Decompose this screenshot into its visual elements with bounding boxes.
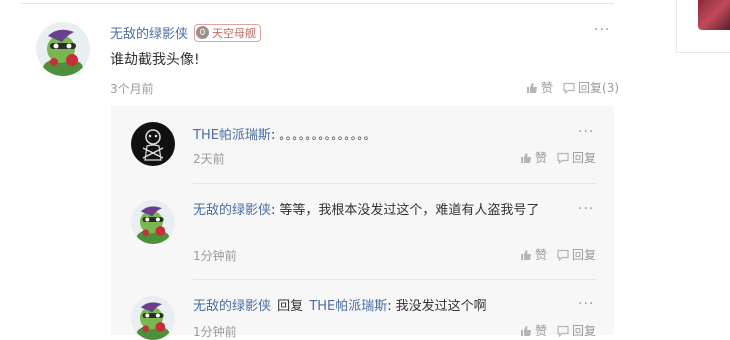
reply-count-label: 回复(3) bbox=[578, 81, 620, 95]
like-button[interactable]: 赞 bbox=[520, 246, 547, 263]
comment-more-button[interactable]: ··· bbox=[594, 22, 610, 38]
reply-more-button[interactable]: ··· bbox=[578, 201, 594, 217]
reply-label: 回复 bbox=[572, 151, 597, 165]
comment-bubble-icon bbox=[563, 82, 575, 94]
reply-word: 回复 bbox=[277, 299, 304, 314]
plant-avatar-icon bbox=[131, 200, 175, 244]
comment-text: 谁劫截我头像! bbox=[110, 52, 200, 68]
reply-actions: 赞 回复 bbox=[520, 246, 596, 263]
reply-to-user[interactable]: THE帕派瑞斯 bbox=[309, 299, 387, 314]
reply-header: THE帕派瑞斯 : 。。。。。。。。。。。。。。 bbox=[193, 124, 376, 143]
reply-author[interactable]: THE帕派瑞斯 bbox=[193, 124, 271, 143]
reply-divider bbox=[193, 183, 596, 184]
reply-button[interactable]: 回复 bbox=[557, 322, 596, 339]
reply-colon: : bbox=[271, 203, 276, 218]
reply-author[interactable]: 无敌的绿影侠 bbox=[193, 299, 271, 314]
badge-level: 0 bbox=[196, 26, 210, 39]
reply-text: 。。。。。。。。。。。。。。 bbox=[279, 129, 376, 142]
like-button[interactable]: 赞 bbox=[526, 79, 553, 96]
thumbs-up-icon bbox=[527, 82, 537, 93]
plant-avatar-icon bbox=[131, 296, 175, 340]
reply-actions: 赞 回复 bbox=[520, 149, 596, 166]
sidebar-thumbnail[interactable] bbox=[698, 0, 730, 30]
comment-author[interactable]: 无敌的绿影侠 bbox=[110, 23, 188, 42]
reply-button[interactable]: 回复 bbox=[557, 246, 596, 263]
like-label: 赞 bbox=[541, 81, 554, 95]
like-label: 赞 bbox=[535, 324, 548, 338]
badge-label: 天空母舰 bbox=[212, 26, 257, 40]
reply-more-button[interactable]: ··· bbox=[578, 296, 594, 312]
reply-button[interactable]: 回复(3) bbox=[563, 79, 619, 96]
like-button[interactable]: 赞 bbox=[520, 322, 547, 339]
comment-time: 3个月前 bbox=[110, 82, 154, 96]
reply-actions: 赞 回复 bbox=[520, 322, 596, 339]
level-badge: 0 天空母舰 bbox=[194, 23, 262, 42]
reply-colon: : bbox=[387, 299, 392, 314]
reply-avatar[interactable] bbox=[131, 296, 175, 340]
like-label: 赞 bbox=[535, 151, 548, 165]
reply-label: 回复 bbox=[572, 248, 597, 262]
top-divider bbox=[20, 3, 614, 4]
reply-colon: : bbox=[270, 128, 276, 143]
reply-text: 等等，我根本没发过这个，难道有人盗我号了 bbox=[279, 203, 540, 218]
thumbs-up-icon bbox=[521, 152, 531, 163]
comment-bubble-icon bbox=[557, 249, 569, 261]
reply-label: 回复 bbox=[572, 324, 597, 338]
reply-time: 2天前 bbox=[193, 152, 225, 166]
reply-divider bbox=[193, 279, 596, 280]
reply-body: 无敌的绿影侠 回复 THE帕派瑞斯: 我没发过这个啊 bbox=[193, 298, 487, 315]
reply-time: 1分钟前 bbox=[193, 249, 237, 263]
reply-more-button[interactable]: ··· bbox=[578, 124, 594, 140]
reply-author[interactable]: 无敌的绿影侠 bbox=[193, 203, 271, 218]
reply-text: 我没发过这个啊 bbox=[395, 299, 487, 314]
reply-body: 无敌的绿影侠: 等等，我根本没发过这个，难道有人盗我号了 bbox=[193, 201, 563, 220]
comment-bubble-icon bbox=[557, 152, 569, 164]
reply-time: 1分钟前 bbox=[193, 325, 237, 339]
reply-avatar[interactable] bbox=[131, 200, 175, 244]
reply-avatar[interactable] bbox=[131, 122, 175, 166]
thumbs-up-icon bbox=[521, 249, 531, 260]
plant-avatar-icon bbox=[36, 22, 90, 76]
like-button[interactable]: 赞 bbox=[520, 149, 547, 166]
reply-button[interactable]: 回复 bbox=[557, 149, 596, 166]
comment-header: 无敌的绿影侠 0 天空母舰 bbox=[110, 23, 262, 42]
avatar[interactable] bbox=[36, 22, 90, 76]
skeleton-avatar-icon bbox=[131, 122, 175, 166]
comment-actions: 赞 回复(3) bbox=[526, 79, 619, 96]
like-label: 赞 bbox=[535, 248, 548, 262]
